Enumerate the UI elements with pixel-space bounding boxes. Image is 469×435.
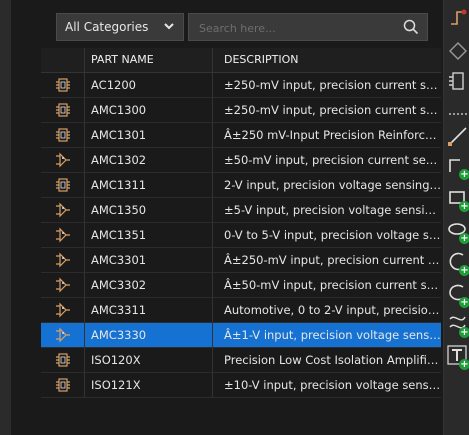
part-description-cell: ±50-mV input, precision current sens...: [224, 153, 441, 167]
part-description-cell: ±250-mV input, precision current se...: [224, 103, 441, 117]
table-row[interactable]: AMC3301 Â±250-mV input, precision current…: [41, 248, 441, 273]
part-icon-cell: [41, 123, 85, 147]
part-name-cell: AMC1311: [85, 173, 213, 197]
part-icon-cell: [41, 348, 85, 372]
table-row[interactable]: ISO121X ±10-V input, precision voltage se…: [41, 373, 441, 398]
part-icon-cell: [41, 248, 85, 272]
chevron-down-icon: [163, 14, 175, 40]
header-icon-col: [41, 48, 85, 72]
search-input[interactable]: [197, 18, 391, 38]
part-icon-cell: [41, 173, 85, 197]
part-icon-cell: [41, 148, 85, 172]
part-name-cell: ISO120X: [85, 348, 213, 372]
table-row[interactable]: AMC1350 ±5-V input, precision voltage sen…: [41, 198, 441, 223]
table-row[interactable]: AMC3330 Â±1-V input, precision voltage se…: [41, 323, 441, 348]
table-row[interactable]: AMC3302 Â±50-mV input, precision current …: [41, 273, 441, 298]
filter-bar: All Categories: [56, 13, 428, 41]
category-dropdown[interactable]: All Categories: [56, 13, 184, 41]
table-row[interactable]: AMC1300 ±250-mV input, precision current …: [41, 98, 441, 123]
add-polyline-icon[interactable]: +: [447, 155, 469, 180]
part-icon-cell: [41, 323, 85, 347]
add-rectangle-icon[interactable]: +: [447, 187, 469, 212]
table-row[interactable]: AMC1302 ±50-mV input, precision current s…: [41, 148, 441, 173]
part-description-cell: ±250-mV input, precision current se...: [224, 78, 441, 92]
part-name-cell: AMC3301: [85, 248, 213, 272]
part-name-cell: AMC1302: [85, 148, 213, 172]
part-description-cell: 2-V input, precision voltage sensing r..…: [224, 178, 441, 192]
header-part-name[interactable]: PART NAME: [85, 48, 213, 72]
parts-table: PART NAME DESCRIPTION AC1200 ±250-mV inpu…: [41, 48, 441, 398]
category-dropdown-value: All Categories: [65, 20, 149, 34]
part-name-cell: AMC3311: [85, 298, 213, 322]
table-row[interactable]: AMC1311 2-V input, precision voltage sens…: [41, 173, 441, 198]
part-icon-cell: [41, 223, 85, 247]
part-description-cell: ±10-V input, precision voltage sensin...: [224, 378, 441, 392]
table-header: PART NAME DESCRIPTION: [41, 48, 441, 73]
part-icon-cell: [41, 198, 85, 222]
search-field[interactable]: [188, 13, 428, 41]
wire-icon[interactable]: [447, 6, 469, 28]
part-name-cell: AC1200: [85, 73, 213, 97]
add-text-icon[interactable]: +: [447, 345, 469, 370]
component-icon[interactable]: [447, 70, 469, 92]
diamond-icon[interactable]: [447, 40, 469, 62]
header-description[interactable]: DESCRIPTION: [214, 48, 441, 72]
part-description-cell: 0-V to 5-V input, precision voltage se..…: [224, 228, 441, 242]
add-freeform-icon[interactable]: +: [447, 313, 469, 338]
table-row[interactable]: ISO120X Precision Low Cost Isolation Ampl…: [41, 348, 441, 373]
table-row[interactable]: AMC1351 0-V to 5-V input, precision volta…: [41, 223, 441, 248]
part-name-cell: AMC1300: [85, 98, 213, 122]
drawing-toolbar: + + + + + + +: [443, 0, 469, 435]
part-name-cell: AMC1351: [85, 223, 213, 247]
table-row[interactable]: AMC1301 Â±250 mV-Input Precision Reinforc…: [41, 123, 441, 148]
dotted-line-icon[interactable]: [447, 103, 469, 125]
part-description-cell: ±5-V input, precision voltage sensing...: [224, 203, 441, 217]
part-icon-cell: [41, 273, 85, 297]
part-name-cell: AMC1350: [85, 198, 213, 222]
part-description-cell: Â±50-mV input, precision current se...: [224, 278, 441, 292]
part-name-cell: AMC3302: [85, 273, 213, 297]
part-description-cell: Automotive, 0 to 2-V input, precision...: [224, 303, 441, 317]
part-name-cell: ISO121X: [85, 373, 213, 397]
search-icon[interactable]: [403, 19, 419, 35]
table-row[interactable]: AMC3311 Automotive, 0 to 2-V input, preci…: [41, 298, 441, 323]
part-icon-cell: [41, 298, 85, 322]
add-arc-icon[interactable]: +: [447, 251, 469, 276]
add-curve-icon[interactable]: +: [447, 283, 469, 308]
part-description-cell: Precision Low Cost Isolation Amplifier..…: [224, 353, 441, 367]
part-icon-cell: [41, 373, 85, 397]
part-description-cell: Â±250-mV input, precision current s...: [224, 253, 441, 267]
table-row[interactable]: AC1200 ±250-mV input, precision current s…: [41, 73, 441, 98]
part-description-cell: Â±1-V input, precision voltage sensin...: [224, 328, 441, 342]
part-icon-cell: [41, 73, 85, 97]
line-icon[interactable]: [447, 125, 469, 147]
add-ellipse-icon[interactable]: +: [447, 219, 469, 244]
part-name-cell: AMC3330: [85, 323, 213, 347]
left-edge-strip: [0, 0, 11, 435]
part-icon-cell: [41, 98, 85, 122]
part-description-cell: Â±250 mV-Input Precision Reinforce...: [224, 128, 441, 142]
part-name-cell: AMC1301: [85, 123, 213, 147]
